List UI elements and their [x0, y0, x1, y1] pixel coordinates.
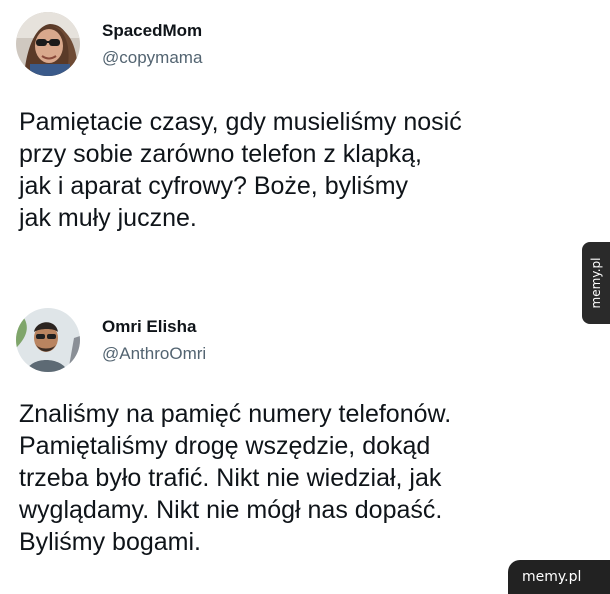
- tweet-text-line: Znaliśmy na pamięć numery telefonów.: [19, 400, 452, 428]
- author-names: SpacedMom @copymama: [102, 21, 202, 68]
- tweet-text: Znaliśmy na pamięć numery telefonów. Pam…: [19, 398, 584, 558]
- tweet-text-line: Pamiętaliśmy drogę wszędzie, dokąd: [19, 432, 431, 460]
- avatar-photo: [16, 12, 80, 76]
- tweet-text-line: wyglądamy. Nikt nie mógł nas dopaść.: [19, 496, 443, 524]
- avatar-photo: [16, 308, 80, 372]
- tweet-text-line: jak muły juczne.: [19, 204, 197, 232]
- tweet-text-line: Pamiętacie czasy, gdy musieliśmy nosić: [19, 108, 462, 136]
- corner-watermark-tab[interactable]: memy.pl: [508, 560, 610, 594]
- display-name[interactable]: SpacedMom: [102, 21, 202, 41]
- side-watermark-tab[interactable]: memy.pl: [582, 242, 610, 324]
- user-handle[interactable]: @AnthroOmri: [102, 344, 206, 364]
- avatar[interactable]: [16, 12, 80, 76]
- display-name[interactable]: Omri Elisha: [102, 317, 206, 337]
- tweet-text-line: Byliśmy bogami.: [19, 528, 201, 556]
- side-watermark-text: memy.pl: [589, 257, 603, 309]
- tweet-text-line: jak i aparat cyfrowy? Boże, byliśmy: [19, 172, 409, 200]
- corner-watermark-text: memy.pl: [522, 569, 582, 585]
- author-names: Omri Elisha @AnthroOmri: [102, 317, 206, 364]
- tweet-text-line: przy sobie zarówno telefon z klapką,: [19, 140, 422, 168]
- tweet-text-line: trzeba było trafić. Nikt nie wiedział, j…: [19, 464, 442, 492]
- avatar[interactable]: [16, 308, 80, 372]
- user-handle[interactable]: @copymama: [102, 48, 202, 68]
- tweet-text: Pamiętacie czasy, gdy musieliśmy nosić p…: [19, 106, 584, 234]
